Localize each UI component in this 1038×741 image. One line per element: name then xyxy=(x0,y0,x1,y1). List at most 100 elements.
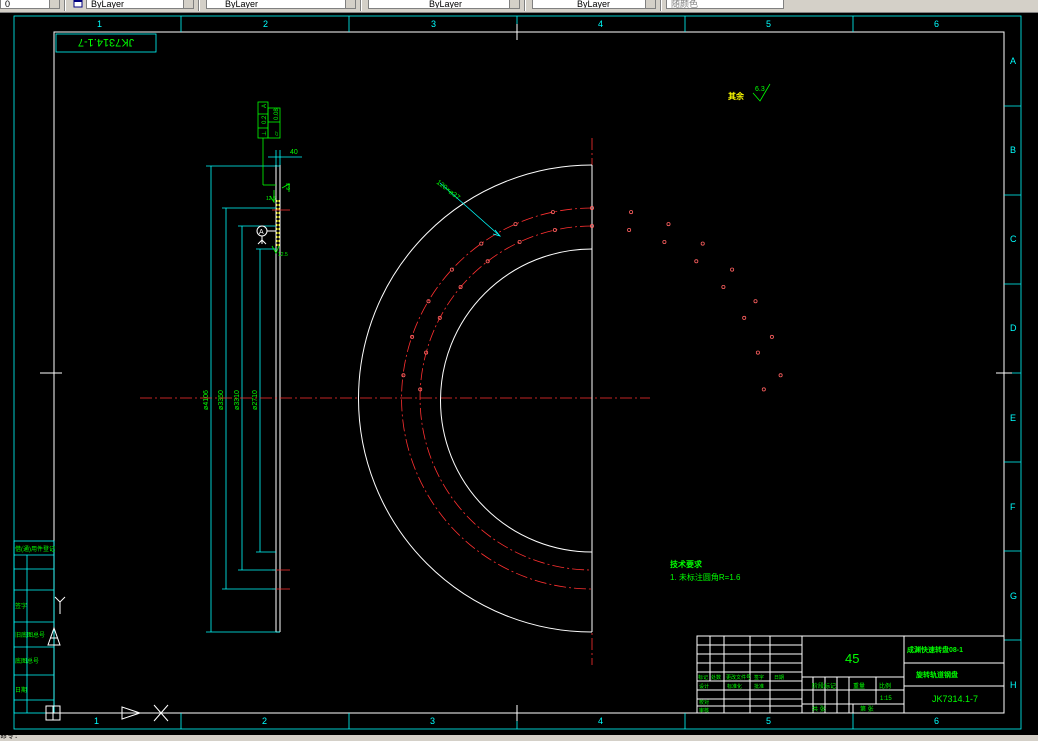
row-label: G xyxy=(1010,591,1017,601)
material-text: 45 xyxy=(845,651,859,666)
technical-requirements: 技术要求 1. 未标注圆角R=1.6 xyxy=(670,559,741,582)
rev-col-sign: 签字 xyxy=(754,674,764,681)
role-design: 设计 xyxy=(699,683,709,690)
project-name: 成渊快速转盘08-1 xyxy=(907,645,963,654)
scale-header: 比例 xyxy=(879,682,891,690)
linetype-control-dropdown[interactable]: ByLayer xyxy=(206,0,356,9)
gdt-datum: A xyxy=(262,104,268,108)
bolt-hole xyxy=(761,387,766,392)
drawing-canvas[interactable]: .w{stroke:#fff;fill:none;stroke-width:1;… xyxy=(0,12,1038,735)
chevron-down-icon[interactable] xyxy=(49,0,59,8)
title-block: 45 成渊快速转盘08-1 旋转轨道钢盘 JK7314.1-7 重量 比例 1:… xyxy=(696,635,1005,714)
command-line[interactable]: 命令: xyxy=(0,733,1038,741)
bolt-hole xyxy=(513,222,518,227)
toolbar-separator xyxy=(198,0,200,11)
plotstyle-dropdown[interactable]: ByLayer xyxy=(532,0,656,9)
color-control-value: ByLayer xyxy=(91,0,125,9)
dim-holes: 120×ø37 xyxy=(435,179,461,202)
bolt-hole xyxy=(666,222,671,227)
ucs-icon xyxy=(47,596,66,646)
outer-border xyxy=(13,15,1022,730)
chevron-down-icon[interactable] xyxy=(183,0,193,8)
bolt-hole xyxy=(449,267,454,272)
command-prompt: 命令: xyxy=(0,733,19,741)
rev-col-count: 处数 xyxy=(711,674,721,681)
left-binding-strip: 借(通)用件登记 旧底图总号 底图总号 签字 日期 xyxy=(13,540,55,714)
row-label: A xyxy=(1010,56,1016,66)
column-label: 2 xyxy=(262,716,267,726)
bolt-hole xyxy=(769,334,774,339)
bolt-hole xyxy=(778,373,783,378)
bolt-hole xyxy=(700,241,705,246)
role-standard: 标准化 xyxy=(727,683,742,690)
roughness-label: 其余 xyxy=(728,91,745,101)
rotated-code-text: JK7314.1-7 xyxy=(78,36,134,48)
column-label: 1 xyxy=(94,716,99,726)
lineweight-control-dropdown[interactable]: ByLayer xyxy=(368,0,520,9)
inner-arc xyxy=(440,248,593,553)
row-label: D xyxy=(1010,323,1017,333)
strip-label-register: 借(通)用件登记 xyxy=(15,545,55,553)
drawing-number: JK7314.1-7 xyxy=(932,694,978,704)
bolt-hole xyxy=(629,210,634,215)
row-label: F xyxy=(1010,502,1016,512)
strip-label-sign: 签字 xyxy=(15,602,27,610)
dim-outer-diameter: ø4106 xyxy=(203,390,210,410)
chevron-down-icon[interactable] xyxy=(345,0,355,8)
gdt-value-1: 0.2 xyxy=(262,115,268,124)
row-label: H xyxy=(1010,680,1017,690)
layer-manager-icon[interactable] xyxy=(73,0,83,8)
gdt-value-2: 0.08 xyxy=(274,108,280,120)
bolt-hole xyxy=(755,350,760,355)
bolt-hole xyxy=(694,259,699,264)
bolt-hole xyxy=(662,239,667,244)
toolbar-separator xyxy=(524,0,526,11)
chevron-down-icon[interactable] xyxy=(509,0,519,8)
sheet-number: 第 张 xyxy=(860,705,874,713)
bolt-hole xyxy=(485,259,490,264)
chevron-down-icon[interactable] xyxy=(645,0,655,8)
drawing-border: 1 2 3 4 5 6 1 2 3 4 5 6 A B C D E F G H xyxy=(13,15,1022,730)
dim-pitch-outer: ø3350 xyxy=(218,390,225,410)
column-label: 5 xyxy=(766,716,771,726)
plot-style-control-value: 随颜色 xyxy=(671,0,699,9)
toolbar-separator xyxy=(64,0,66,11)
bolt-hole xyxy=(742,315,747,320)
bolt-hole xyxy=(753,299,758,304)
strip-label-base: 底图总号 xyxy=(15,657,39,665)
bolt-hole xyxy=(517,239,522,244)
part-name: 旋转轨道钢盘 xyxy=(915,670,958,679)
linetype-control-value: ByLayer xyxy=(225,0,259,9)
strip-label-old-base: 旧底图总号 xyxy=(15,631,45,639)
color-control-dropdown[interactable]: ByLayer xyxy=(86,0,194,9)
column-label: 3 xyxy=(431,19,436,29)
lineweight-control-value: ByLayer xyxy=(429,0,463,9)
datum-label: A xyxy=(259,229,264,236)
dim-thickness: 40 xyxy=(290,149,298,156)
rev-col-mark: 标记 xyxy=(698,674,708,681)
scale-value: 1:15 xyxy=(880,696,892,702)
column-label: 5 xyxy=(766,19,771,29)
row-label: C xyxy=(1010,234,1017,244)
column-label: 3 xyxy=(430,716,435,726)
side-section-view: ø4106 ø3350 ø3310 ø2710 40 A 0.2 ⊥ 0.08 … xyxy=(203,101,302,633)
pitch-circle-outer xyxy=(401,207,593,590)
plotstyle-value: ByLayer xyxy=(577,0,611,9)
tech-req-title: 技术要求 xyxy=(670,559,703,569)
column-label: 4 xyxy=(598,19,603,29)
bolt-hole xyxy=(730,267,735,272)
rev-col-file: 更改文件号 xyxy=(726,674,751,681)
column-label: 6 xyxy=(934,19,939,29)
row-label: B xyxy=(1010,145,1016,155)
column-label: 1 xyxy=(97,19,102,29)
sheet-total: 共 张 xyxy=(812,705,826,713)
row-label: E xyxy=(1010,413,1016,423)
role-approve: 批准 xyxy=(754,683,764,690)
layer-dropdown[interactable]: 0 xyxy=(0,0,60,9)
role-check: 校对 xyxy=(699,699,709,706)
stage-header: 阶段标记 xyxy=(812,682,836,690)
column-label: 2 xyxy=(263,19,268,29)
strip-label-date: 日期 xyxy=(15,686,27,694)
plot-style-control[interactable]: 随颜色 xyxy=(666,0,784,9)
toolbar-separator xyxy=(360,0,362,11)
